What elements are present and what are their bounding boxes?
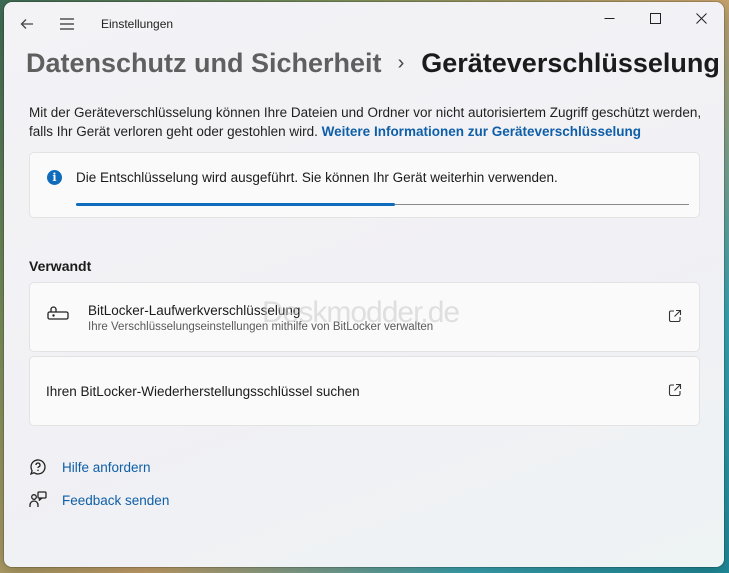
- hamburger-icon: [60, 18, 74, 30]
- back-arrow-icon: [20, 19, 33, 29]
- info-icon: i: [47, 170, 62, 185]
- breadcrumb: Datenschutz und Sicherheit › Geräteversc…: [26, 48, 720, 79]
- page-description: Mit der Geräteverschlüsselung können Ihr…: [29, 103, 715, 141]
- breadcrumb-parent-link[interactable]: Datenschutz und Sicherheit: [26, 48, 382, 79]
- close-icon: [695, 12, 707, 24]
- settings-window: Einstellungen Datenschutz und Sicherheit…: [4, 2, 724, 567]
- feedback-icon: [29, 491, 47, 507]
- maximize-button[interactable]: [632, 2, 678, 34]
- recovery-key-title: Ihren BitLocker-Wiederherstellungsschlüs…: [46, 384, 360, 399]
- open-external-icon: [668, 309, 682, 323]
- bitlocker-recovery-key-card[interactable]: Ihren BitLocker-Wiederherstellungsschlüs…: [29, 356, 700, 426]
- navigation-menu-button[interactable]: [53, 10, 81, 38]
- maximize-icon: [649, 12, 661, 24]
- help-icon: [29, 459, 46, 476]
- breadcrumb-separator: ›: [397, 52, 405, 74]
- decryption-progress-bar: [76, 203, 689, 206]
- progress-fill: [76, 203, 395, 206]
- get-help-label: Hilfe anfordern: [62, 459, 151, 475]
- learn-more-link[interactable]: Weitere Informationen zur Geräteverschlü…: [322, 124, 641, 139]
- close-button[interactable]: [678, 2, 724, 34]
- send-feedback-label: Feedback senden: [62, 492, 170, 508]
- related-section-heading: Verwandt: [29, 258, 92, 274]
- open-external-icon: [668, 383, 682, 397]
- decryption-status-card: i Die Entschlüsselung wird ausgeführt. S…: [29, 152, 700, 218]
- app-title: Einstellungen: [101, 17, 174, 31]
- get-help-link[interactable]: Hilfe anfordern: [28, 457, 151, 477]
- title-bar: Einstellungen: [4, 2, 724, 46]
- page-title: Geräteverschlüsselung: [421, 48, 720, 78]
- minimize-icon: [604, 17, 614, 19]
- back-button[interactable]: [13, 10, 41, 38]
- minimize-button[interactable]: [586, 2, 632, 34]
- drive-lock-icon: [47, 306, 69, 320]
- send-feedback-link[interactable]: Feedback senden: [28, 490, 169, 510]
- watermark: Deskmodder.de: [262, 296, 460, 329]
- status-message: Die Entschlüsselung wird ausgeführt. Sie…: [76, 170, 558, 185]
